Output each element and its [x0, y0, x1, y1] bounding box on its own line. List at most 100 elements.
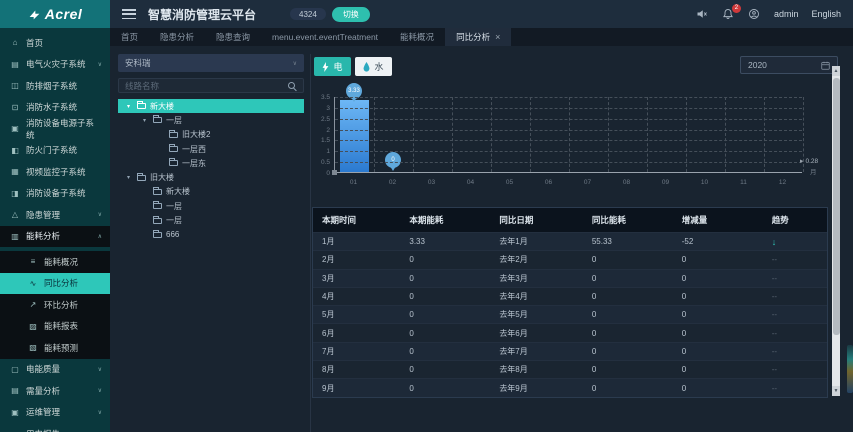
tree-caret-icon[interactable]: ▾	[124, 103, 133, 110]
x-axis-tick: 12	[778, 179, 787, 186]
table-cell: -52	[681, 237, 694, 247]
search-icon[interactable]	[287, 81, 297, 91]
scroll-up-button[interactable]: ▲	[832, 66, 840, 76]
table-cell: 0	[591, 346, 597, 356]
tree-caret-icon[interactable]: ▾	[140, 117, 149, 124]
switch-button[interactable]: 切换	[331, 6, 370, 22]
sidebar-item-home[interactable]: ⌂ 首页	[0, 32, 110, 54]
sidebar-item-yoy-analysis[interactable]: ∿ 同比分析	[0, 272, 110, 294]
sidebar-item-power-quality[interactable]: ▢ 电能质量 ∨	[0, 359, 110, 381]
gridline	[608, 97, 609, 172]
y-axis-tick: 3	[326, 104, 330, 112]
sidebar-item-label: 隐患管理	[26, 209, 61, 220]
tree-node[interactable]: 一层	[118, 199, 304, 213]
tree-node[interactable]: 新大楼	[118, 185, 304, 199]
electric-toggle-label: 电	[333, 62, 343, 72]
tab-hazard-analysis[interactable]: 隐患分析	[149, 28, 205, 46]
vertical-scrollbar[interactable]: ▲ ▼	[832, 66, 840, 396]
sidebar-item-power-supply[interactable]: ▣ 消防设备电源子系统	[0, 118, 110, 140]
sidebar-item-energy-analysis[interactable]: ▥ 能耗分析 ∧	[0, 225, 110, 247]
tree-node[interactable]: 一层	[118, 213, 304, 227]
brand-logo: Acrel	[0, 0, 110, 28]
gridline	[569, 97, 570, 172]
demand-icon: ▤	[11, 386, 19, 396]
trend-value: --	[771, 328, 778, 338]
smoke-icon: ◫	[11, 81, 19, 91]
sidebar-item-energy-forecast[interactable]: ▧ 能耗预测	[0, 337, 110, 359]
sidebar-item-fire-water[interactable]: ⊡ 消防水子系统	[0, 97, 110, 119]
user-circle-icon[interactable]	[748, 8, 761, 21]
table-cell: 去年9月	[499, 383, 528, 393]
notification-bell-icon[interactable]: 2	[722, 3, 741, 21]
sidebar-item-mom-analysis[interactable]: ↗ 环比分析	[0, 294, 110, 316]
top-navbar: 智慧消防管理云平台 4324 切换 2 admin English	[110, 0, 853, 28]
tab-event-treatment[interactable]: menu.event.eventTreatment	[261, 28, 389, 46]
scroll-down-button[interactable]: ▼	[832, 386, 840, 396]
tab-home[interactable]: 首页	[110, 28, 149, 46]
tree-caret-icon[interactable]: ▾	[124, 174, 133, 181]
table-cell: 0	[591, 328, 597, 338]
power-supply-icon: ▣	[11, 124, 19, 134]
y-axis-tick: 1.5	[320, 137, 330, 145]
tree-node[interactable]: 一层西	[118, 142, 304, 156]
sidebar-item-fire-door[interactable]: ◧ 防火门子系统	[0, 140, 110, 162]
table-cell: 去年1月	[499, 237, 528, 247]
sidebar-item-demand-analysis[interactable]: ▤ 需量分析 ∨	[0, 380, 110, 402]
tree-node[interactable]: ▾ 旧大楼	[118, 170, 304, 184]
topbar-right: 2 admin English	[696, 3, 853, 21]
sidebar-item-label: 首页	[26, 37, 44, 48]
table-cell: 9月	[322, 383, 335, 393]
username-menu[interactable]: admin	[774, 9, 799, 19]
sidebar-item-hazard-mgmt[interactable]: △ 隐患管理 ∨	[0, 204, 110, 226]
sidebar-item-energy-report[interactable]: ▨ 能耗报表	[0, 316, 110, 338]
table-body: 1月 3.33 去年1月 55.33 -52 ↓ 2月 0 去年2月 0 0 -- 3月 0 去年3月 0 0 -…	[313, 232, 827, 397]
sidebar-item-energy-overview[interactable]: ≡ 能耗概况	[0, 251, 110, 273]
electric-fire-icon: ▤	[11, 59, 19, 69]
sidebar-item-electric-fire[interactable]: ▤ 电气火灾子系统 ∨	[0, 54, 110, 76]
sidebar-item-video-monitor[interactable]: ▦ 视频监控子系统	[0, 161, 110, 183]
volume-muted-icon[interactable]	[696, 8, 709, 21]
tree-node-label: 一层西	[182, 144, 206, 154]
org-select[interactable]: 安科瑞 ∨	[118, 54, 304, 72]
trend-value: --	[771, 346, 778, 356]
year-picker[interactable]: 2020	[740, 56, 838, 74]
table-cell: 0	[681, 292, 687, 302]
tree-node[interactable]: 666	[118, 228, 304, 242]
table-cell: 0	[681, 346, 687, 356]
sidebar-item-smoke-control[interactable]: ◫ 防排烟子系统	[0, 75, 110, 97]
tree-node[interactable]: ▾ 一层	[118, 113, 304, 127]
table-cell: 0	[409, 255, 414, 265]
sidebar-item-fire-device[interactable]: ◨ 消防设备子系统	[0, 183, 110, 205]
tab-yoy-analysis[interactable]: 同比分析 ×	[445, 28, 512, 46]
electric-toggle-button[interactable]: 电	[314, 57, 351, 76]
tree-node[interactable]: 一层东	[118, 156, 304, 170]
sidebar-item-electricity-report[interactable]: ▱ 用电报告	[0, 423, 110, 432]
axis-pointer-handle[interactable]	[332, 170, 337, 175]
close-tab-icon[interactable]: ×	[495, 32, 500, 42]
water-toggle-button[interactable]: 水	[355, 57, 392, 76]
line-search-input[interactable]	[125, 80, 287, 91]
yoy-bar-chart: 3.33 0 ▸ 0.28 月 3.5 3 2.5 2 1.5 1 0.5 0 01 02 03 04…	[314, 83, 850, 202]
table-row: 5月 0 去年5月 0 0 --	[313, 305, 827, 324]
trend-value: --	[771, 383, 778, 393]
home-icon: ⌂	[12, 38, 18, 48]
tab-hazard-query[interactable]: 隐患查询	[205, 28, 261, 46]
acrel-logo-icon	[29, 9, 40, 19]
scrollbar-thumb[interactable]	[832, 78, 840, 335]
tree-node[interactable]: ▾ 新大楼	[118, 99, 304, 114]
tab-energy-overview[interactable]: 能耗概况	[389, 28, 445, 46]
energy-overview-icon: ≡	[30, 257, 36, 267]
main-content: 安科瑞 ∨ ▾新大楼▾一层旧大楼2一层西一层东▾旧大楼新大楼一层一层666 电 …	[110, 46, 853, 432]
collapse-menu-icon[interactable]	[122, 9, 136, 19]
language-switcher[interactable]: English	[811, 9, 841, 19]
gridline	[647, 97, 648, 172]
energy-type-toggle: 电 水	[314, 57, 392, 76]
x-axis-tick: 08	[622, 179, 631, 186]
tree-node[interactable]: 旧大楼2	[118, 128, 304, 142]
table-row: 9月 0 去年9月 0 0 --	[313, 378, 827, 397]
trend-value: --	[771, 292, 778, 302]
tree-node-label: 一层	[166, 115, 182, 125]
sidebar-item-ops-mgmt[interactable]: ▣ 运维管理 ∨	[0, 402, 110, 424]
fire-device-icon: ◨	[11, 188, 19, 198]
column-header: 增减量	[681, 215, 708, 225]
